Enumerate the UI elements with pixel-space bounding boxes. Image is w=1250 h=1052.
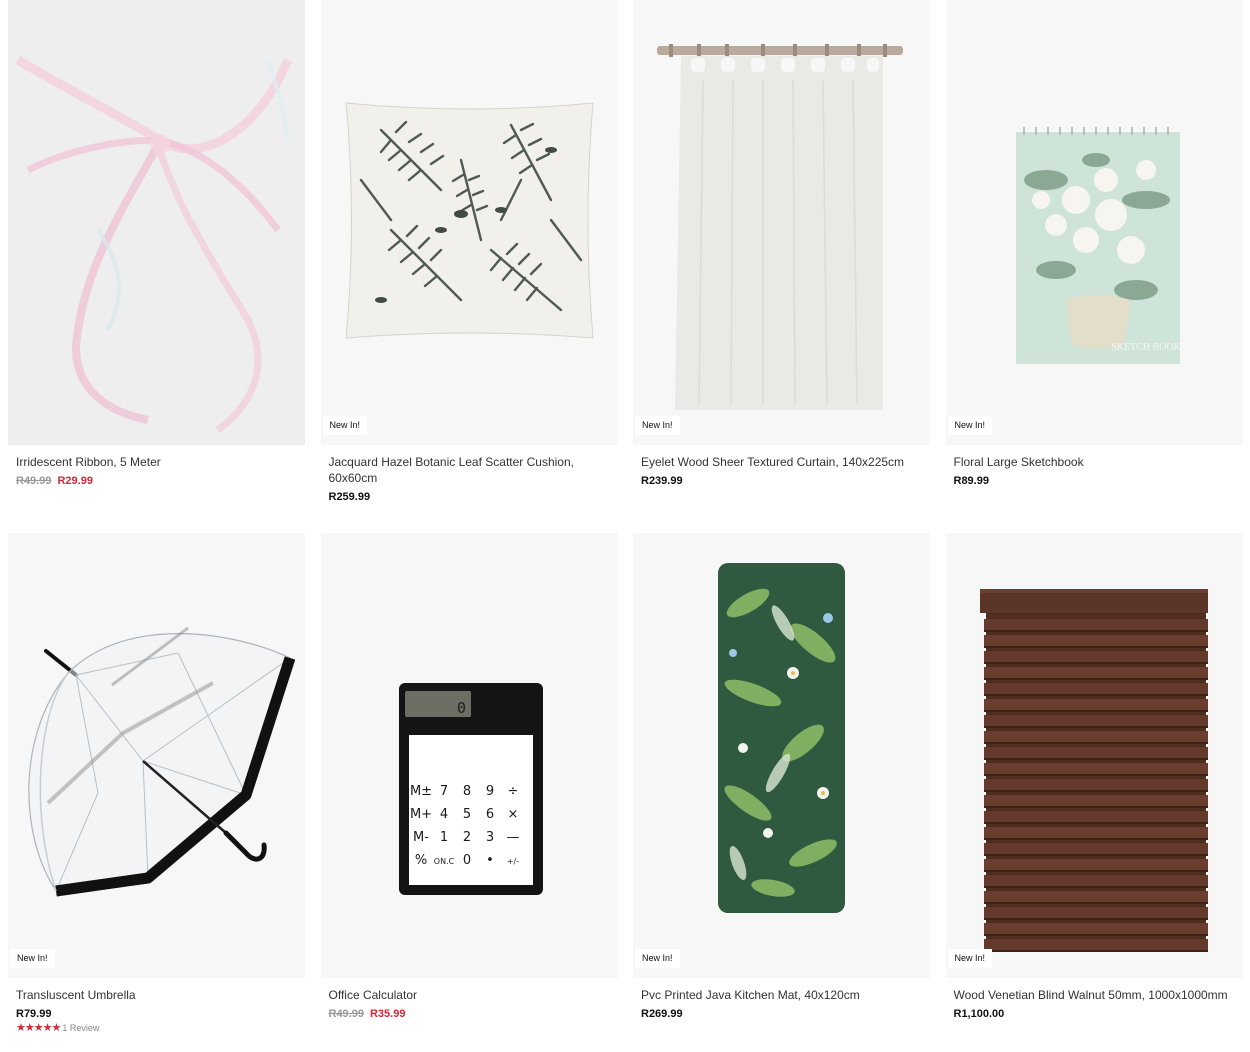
product-image[interactable]: New In! bbox=[633, 533, 930, 978]
product-prices: R259.99 bbox=[329, 490, 610, 504]
product-prices: R1,100.00 bbox=[954, 1007, 1235, 1021]
product-card[interactable]: SKETCH BOOK New In! Floral Large Sketchb… bbox=[945, 0, 1243, 533]
product-price: R239.99 bbox=[641, 475, 683, 487]
new-in-badge: New In! bbox=[635, 949, 680, 968]
product-card[interactable]: New In! Wood Venetian Blind Walnut 50mm,… bbox=[945, 533, 1243, 1052]
calculator-key: — bbox=[506, 830, 519, 845]
calculator-key: 1 bbox=[439, 830, 447, 845]
product-card[interactable]: New In! Transluscent Umbrella R79.99 ★★★… bbox=[8, 533, 305, 1052]
product-image[interactable]: 0 M± 7 8 9 ÷ M+ 4 5 6 × M- 1 2 3 —% ON.C 0 • +/- bbox=[320, 533, 618, 978]
calculator-key: +/- bbox=[506, 857, 518, 866]
product-prices: R239.99 bbox=[641, 474, 922, 488]
product-rating[interactable]: ★★★★★ 1 Review bbox=[16, 1022, 297, 1034]
kitchen-mat-image bbox=[718, 563, 845, 913]
product-info: Transluscent Umbrella R79.99 ★★★★★ 1 Rev… bbox=[8, 978, 305, 1034]
product-image[interactable]: SKETCH BOOK New In! bbox=[945, 0, 1243, 445]
calculator-key: 3 bbox=[485, 830, 493, 845]
cushion-image bbox=[344, 102, 594, 339]
product-price: R1,100.00 bbox=[953, 1008, 1005, 1020]
product-grid: Irridescent Ribbon, 5 Meter R49.99 R29.99 bbox=[8, 0, 1243, 1052]
venetian-blind-image bbox=[979, 589, 1208, 952]
product-name[interactable]: Transluscent Umbrella bbox=[16, 987, 297, 1003]
calculator-key: 8 bbox=[462, 784, 470, 799]
product-card[interactable]: New In! Pvc Printed Java Kitchen Mat, 40… bbox=[633, 533, 930, 1052]
product-card[interactable]: New In! Jacquard Hazel Botanic Leaf Scat… bbox=[320, 0, 618, 533]
product-info: Eyelet Wood Sheer Textured Curtain, 140x… bbox=[633, 445, 930, 488]
new-in-badge: New In! bbox=[947, 416, 993, 435]
product-name[interactable]: Irridescent Ribbon, 5 Meter bbox=[16, 454, 297, 470]
product-name[interactable]: Jacquard Hazel Botanic Leaf Scatter Cush… bbox=[329, 454, 610, 486]
sketchbook-image: SKETCH BOOK bbox=[1015, 127, 1182, 364]
calculator-key: ÷ bbox=[507, 784, 518, 799]
product-name[interactable]: Eyelet Wood Sheer Textured Curtain, 140x… bbox=[641, 454, 922, 470]
product-prices: R49.99 R29.99 bbox=[16, 474, 297, 488]
calculator-key: 4 bbox=[439, 807, 447, 822]
curtain-image bbox=[657, 44, 903, 410]
product-prices: R89.99 bbox=[954, 474, 1235, 488]
product-price: R79.99 bbox=[16, 1008, 52, 1020]
product-price: R89.99 bbox=[953, 475, 989, 487]
product-prices: R79.99 bbox=[16, 1007, 297, 1021]
sale-price: R35.99 bbox=[369, 1008, 406, 1020]
calculator-key: • bbox=[486, 853, 494, 868]
original-price: R49.99 bbox=[328, 1008, 364, 1020]
calculator-key: M- bbox=[413, 830, 429, 845]
product-prices: R49.99 R35.99 bbox=[329, 1007, 610, 1021]
calculator-key: 7 bbox=[439, 784, 447, 799]
calculator-key: 2 bbox=[462, 830, 470, 845]
product-image[interactable] bbox=[8, 0, 305, 445]
calculator-display: 0 bbox=[456, 699, 465, 717]
calculator-key: × bbox=[507, 807, 518, 822]
calculator-key: M± bbox=[409, 784, 431, 799]
original-price: R49.99 bbox=[16, 475, 52, 487]
new-in-badge: New In! bbox=[635, 416, 680, 435]
new-in-badge: New In! bbox=[322, 416, 368, 435]
calculator-key: ON.C bbox=[433, 857, 454, 866]
product-price: R259.99 bbox=[328, 491, 371, 503]
product-image[interactable]: New In! bbox=[945, 533, 1243, 978]
calculator-key: 6 bbox=[485, 807, 493, 822]
product-image[interactable]: New In! bbox=[320, 0, 618, 445]
product-info: Office Calculator R49.99 R35.99 bbox=[321, 978, 618, 1021]
product-name[interactable]: Wood Venetian Blind Walnut 50mm, 1000x10… bbox=[954, 987, 1235, 1003]
product-prices: R269.99 bbox=[641, 1007, 922, 1021]
product-card[interactable]: 0 M± 7 8 9 ÷ M+ 4 5 6 × M- 1 2 3 —% ON.C 0 • +/- Office Ca… bbox=[320, 533, 618, 1052]
sale-price: R29.99 bbox=[57, 475, 93, 487]
review-count: 1 Review bbox=[62, 1023, 100, 1033]
cover-title: SKETCH BOOK bbox=[1111, 342, 1182, 353]
product-info: Jacquard Hazel Botanic Leaf Scatter Cush… bbox=[321, 445, 618, 504]
product-image[interactable]: New In! bbox=[8, 533, 305, 978]
new-in-badge: New In! bbox=[947, 949, 993, 968]
product-name[interactable]: Pvc Printed Java Kitchen Mat, 40x120cm bbox=[641, 987, 922, 1003]
product-name[interactable]: Floral Large Sketchbook bbox=[954, 454, 1235, 470]
product-info: Wood Venetian Blind Walnut 50mm, 1000x10… bbox=[946, 978, 1243, 1021]
ribbon-image bbox=[8, 0, 305, 445]
product-name[interactable]: Office Calculator bbox=[329, 987, 610, 1003]
product-info: Pvc Printed Java Kitchen Mat, 40x120cm R… bbox=[633, 978, 930, 1021]
calculator-key: 5 bbox=[462, 807, 470, 822]
product-card[interactable]: New In! Eyelet Wood Sheer Textured Curta… bbox=[633, 0, 930, 533]
new-in-badge: New In! bbox=[10, 949, 55, 968]
calculator-key: 0 bbox=[462, 853, 470, 868]
calculator-key: M+ bbox=[409, 807, 431, 822]
product-info: Floral Large Sketchbook R89.99 bbox=[946, 445, 1243, 488]
product-card[interactable]: Irridescent Ribbon, 5 Meter R49.99 R29.99 bbox=[8, 0, 305, 533]
product-info: Irridescent Ribbon, 5 Meter R49.99 R29.99 bbox=[8, 445, 305, 488]
umbrella-image bbox=[28, 626, 296, 897]
product-price: R269.99 bbox=[641, 1008, 683, 1020]
star-rating-icon: ★★★★★ bbox=[16, 1022, 61, 1034]
calculator-image: 0 M± 7 8 9 ÷ M+ 4 5 6 × M- 1 2 3 —% ON.C 0 • +/- bbox=[398, 683, 543, 895]
calculator-key: % bbox=[414, 853, 426, 868]
calculator-key: 9 bbox=[485, 784, 493, 799]
product-image[interactable]: New In! bbox=[633, 0, 930, 445]
